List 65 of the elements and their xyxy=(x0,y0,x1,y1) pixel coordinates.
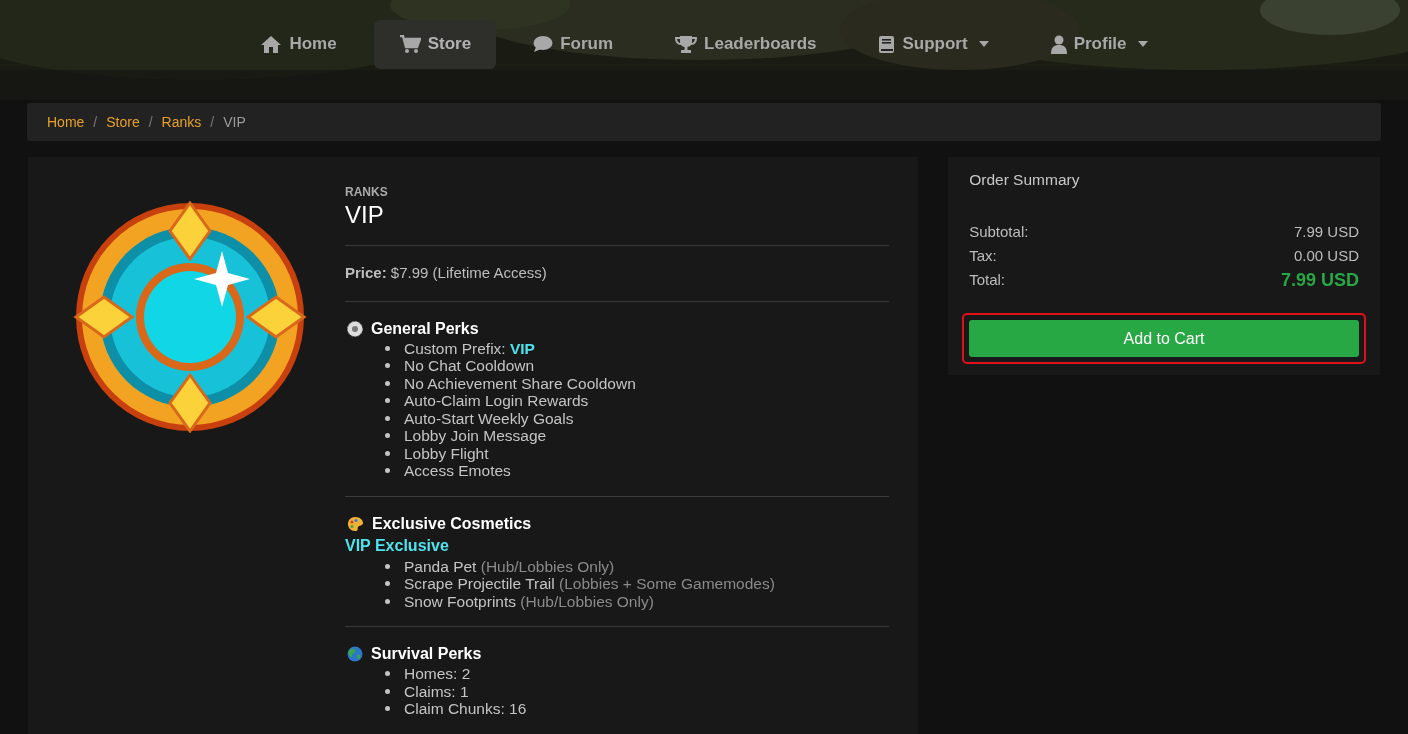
product-title: VIP xyxy=(345,200,385,230)
list-item-text: No Chat Cooldown xyxy=(404,357,535,375)
list-item-text: No Achievement Share Cooldown xyxy=(404,374,636,392)
note-text: (Hub/Lobbies Only) xyxy=(480,557,615,575)
breadcrumb-link[interactable]: Ranks xyxy=(161,111,202,133)
list-item-text: Lobby Join Message xyxy=(404,427,547,445)
summary-value: 0.00 USD xyxy=(1293,245,1359,266)
globe-icon xyxy=(347,646,363,662)
breadcrumb-current: VIP xyxy=(223,112,246,132)
list-item-text: Claims: 1 xyxy=(404,682,469,700)
category-label: RANKS xyxy=(345,184,389,200)
nav-link[interactable]: Home xyxy=(235,19,362,69)
list-item-text: Panda Pet xyxy=(404,557,477,575)
bullet-icon xyxy=(385,598,390,604)
summary-label: Total: xyxy=(969,269,1006,290)
bullet-icon xyxy=(385,688,390,694)
list-item-text: Lobby Flight xyxy=(404,444,489,462)
separator: / xyxy=(92,112,99,132)
bullet-icon xyxy=(385,363,390,369)
card-title: Order Summary xyxy=(969,171,1081,189)
bullet-icon xyxy=(385,450,390,456)
summary-label: Tax: xyxy=(969,245,997,266)
separator: / xyxy=(147,112,154,132)
bullet-icon xyxy=(385,415,390,421)
palette-icon xyxy=(347,515,364,532)
trophy-icon xyxy=(675,34,698,54)
speech-bubble-icon xyxy=(533,35,554,53)
breadcrumb-link[interactable]: Home xyxy=(47,111,85,133)
cart-icon xyxy=(398,34,421,54)
list-item-text: Access Emotes xyxy=(404,462,511,480)
home-icon xyxy=(260,34,283,54)
note-text: (Hub/Lobbies Only) xyxy=(520,592,654,610)
nav-link[interactable]: Forum xyxy=(508,19,639,69)
list-item-text: Custom Prefix: VIP xyxy=(404,339,535,357)
section-heading: General Perks xyxy=(371,318,479,339)
bullet-icon xyxy=(385,433,390,439)
list-item-text: Claim Chunks: 16 xyxy=(404,700,527,718)
separator: / xyxy=(209,112,216,132)
nav-link[interactable]: Support xyxy=(853,19,1014,69)
note-text: (Lobbies + Some Gamemodes) xyxy=(559,575,775,593)
gear-icon xyxy=(347,320,363,337)
bullet-icon xyxy=(385,671,390,677)
bullet-icon xyxy=(385,380,390,386)
list-item-text: Homes: 2 xyxy=(404,665,471,683)
bullet-icon xyxy=(385,345,390,351)
nav-link[interactable]: Store xyxy=(373,19,497,69)
list-item-text: Auto-Start Weekly Goals xyxy=(404,409,574,427)
list-item-text: Scrape Projectile Trail xyxy=(404,575,555,593)
user-icon xyxy=(1050,34,1067,54)
bullet-icon xyxy=(385,706,390,712)
price-text: Price: $7.99 (Lifetime Access) xyxy=(345,263,548,283)
bullet-icon xyxy=(385,563,390,569)
bullet-icon xyxy=(385,468,390,474)
total-amount: 7.99 USD xyxy=(1280,268,1359,292)
breadcrumb-link[interactable]: Store xyxy=(106,111,140,133)
list-item-text: Auto-Claim Login Rewards xyxy=(404,392,589,410)
bullet-icon xyxy=(385,398,390,404)
nav-link[interactable]: Leaderboards xyxy=(650,19,842,69)
bullet-icon xyxy=(385,581,390,587)
section-heading: Exclusive Cosmetics xyxy=(372,513,532,534)
summary-label: Subtotal: xyxy=(969,221,1029,242)
list-item-text: Snow Footprints xyxy=(404,592,516,610)
section-subheading: VIP Exclusive xyxy=(345,535,450,556)
summary-value: 7.99 USD xyxy=(1293,221,1359,242)
section-heading: Survival Perks xyxy=(371,644,482,664)
